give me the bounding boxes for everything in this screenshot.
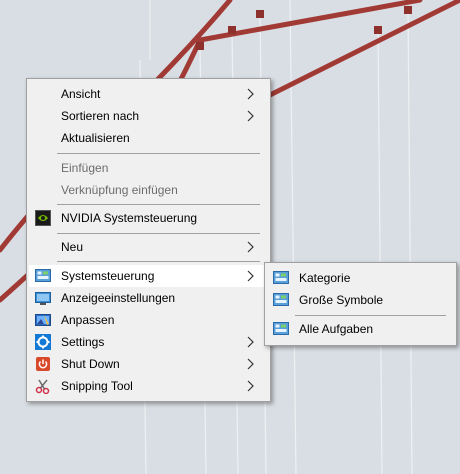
chevron-right-icon <box>247 380 254 392</box>
menu-item-label: Verknüpfung einfügen <box>61 183 178 197</box>
chevron-right-icon <box>247 110 254 122</box>
control-panel-icon <box>35 269 51 282</box>
menu-separator <box>295 315 446 316</box>
menu-item-label: Aktualisieren <box>61 131 130 145</box>
menu-item-sortieren-nach[interactable]: Sortieren nach <box>29 105 268 127</box>
personalize-icon <box>35 314 51 326</box>
submenu-item-alle-aufgaben[interactable]: Alle Aufgaben <box>267 318 454 340</box>
menu-item-settings[interactable]: Settings <box>29 331 268 353</box>
menu-item-label: Neu <box>61 240 84 254</box>
control-panel-icon <box>273 271 289 284</box>
nvidia-icon <box>35 210 51 226</box>
chevron-right-icon <box>247 336 254 348</box>
menu-item-label: Systemsteuerung <box>61 269 155 283</box>
systemsteuerung-submenu: Kategorie Große Symbole Alle Aufgaben <box>264 262 457 346</box>
menu-item-label: Sortieren nach <box>61 109 140 123</box>
chevron-right-icon <box>247 358 254 370</box>
menu-item-label: NVIDIA Systemsteuerung <box>61 211 198 225</box>
menu-item-label: Anzeigeeinstellungen <box>61 291 176 305</box>
menu-item-ansicht[interactable]: Ansicht <box>29 83 268 105</box>
menu-item-nvidia-systemsteuerung[interactable]: NVIDIA Systemsteuerung <box>29 207 268 229</box>
gear-icon <box>35 334 51 350</box>
control-panel-icon <box>273 293 289 306</box>
submenu-item-label: Kategorie <box>299 271 351 285</box>
menu-separator <box>57 153 260 154</box>
menu-item-shut-down[interactable]: Shut Down <box>29 353 268 375</box>
menu-item-neu[interactable]: Neu <box>29 236 268 258</box>
menu-separator <box>57 233 260 234</box>
menu-item-anpassen[interactable]: Anpassen <box>29 309 268 331</box>
menu-item-label: Einfügen <box>61 161 109 175</box>
menu-item-label: Settings <box>61 335 105 349</box>
menu-item-snipping-tool[interactable]: Snipping Tool <box>29 375 268 397</box>
menu-item-label: Shut Down <box>61 357 120 371</box>
power-icon <box>36 357 50 371</box>
submenu-item-label: Große Symbole <box>299 293 384 307</box>
submenu-item-grosse-symbole[interactable]: Große Symbole <box>267 289 454 311</box>
menu-item-systemsteuerung[interactable]: Systemsteuerung <box>29 265 268 287</box>
menu-item-label: Ansicht <box>61 87 101 101</box>
menu-item-anzeigeeinstellungen[interactable]: Anzeigeeinstellungen <box>29 287 268 309</box>
desktop-context-menu: Ansicht Sortieren nach Aktualisieren Ein… <box>26 78 271 402</box>
menu-separator <box>57 261 260 262</box>
display-icon <box>35 292 51 305</box>
menu-item-label: Snipping Tool <box>61 379 133 393</box>
menu-separator <box>57 204 260 205</box>
menu-item-aktualisieren[interactable]: Aktualisieren <box>29 127 268 149</box>
menu-item-label: Anpassen <box>61 313 115 327</box>
submenu-item-label: Alle Aufgaben <box>299 322 374 336</box>
chevron-right-icon <box>247 241 254 253</box>
menu-item-verknuepfung-einfuegen: Verknüpfung einfügen <box>29 179 268 201</box>
menu-item-einfuegen: Einfügen <box>29 157 268 179</box>
control-panel-icon <box>273 322 289 335</box>
chevron-right-icon <box>247 88 254 100</box>
submenu-item-kategorie[interactable]: Kategorie <box>267 267 454 289</box>
chevron-right-icon <box>247 270 254 282</box>
scissors-icon <box>35 379 50 394</box>
